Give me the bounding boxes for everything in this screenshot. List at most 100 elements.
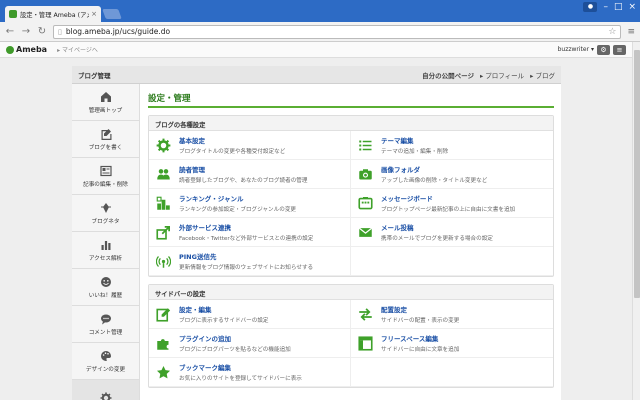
ping-icon <box>156 255 171 268</box>
settings-item[interactable]: ランキング・ジャンル ランキングの参加設定・ブログジャンルの変更 <box>149 189 351 218</box>
close-window-button[interactable]: × <box>628 2 636 12</box>
settings-item-link[interactable]: ランキング・ジャンル <box>179 193 296 203</box>
username-dropdown[interactable]: buzzwriter ▾ <box>558 46 594 53</box>
user-profile-icon[interactable]: ● <box>583 2 598 12</box>
url-text: blog.ameba.jp/ucs/guide.do <box>65 27 171 36</box>
new-tab-button[interactable] <box>102 9 122 19</box>
settings-item-desc: 携帯のメールでブログを更新する場合の設定 <box>381 236 493 242</box>
blog-link[interactable]: ▸ ブログ <box>530 70 555 80</box>
window-controls: ● – □ × <box>583 2 636 12</box>
sidebar-item-label: 管理画トップ <box>88 107 123 114</box>
settings-item-link[interactable]: メッセージボード <box>381 193 515 203</box>
share-icon <box>156 225 170 240</box>
settings-item-desc: お気に入りのサイトを登録してサイドバーに表示 <box>179 376 302 382</box>
settings-item[interactable]: 基本設定 ブログタイトルの変更や各種受付設定など <box>149 131 351 160</box>
layout-icon <box>358 335 373 351</box>
address-bar[interactable]: ▯ blog.ameba.jp/ucs/guide.do ☆ <box>53 24 622 39</box>
settings-item-link[interactable]: 設定・編集 <box>179 304 269 314</box>
ameba-favicon-icon <box>9 10 17 18</box>
browser-toolbar: ← → ↻ ▯ blog.ameba.jp/ucs/guide.do ☆ ≡ <box>0 22 640 42</box>
settings-item-desc: ブログタイトルの変更や各種受付設定など <box>179 149 286 155</box>
settings-item[interactable]: フリースペース編集 サイドバーに自由に文章を追加 <box>351 329 553 358</box>
settings-item-link[interactable]: テーマ編集 <box>381 135 448 145</box>
settings-item-desc: Facebook・Twitterなど外部サービスとの連携の設定 <box>179 236 314 242</box>
tab-close-icon[interactable]: × <box>91 10 97 18</box>
sidebar-item-label: いいね！履歴 <box>88 292 123 299</box>
scrollbar-thumb[interactable] <box>634 50 640 298</box>
swap-icon <box>359 307 372 321</box>
settings-item[interactable]: 配置設定 サイドバーの配置・表示の変更 <box>351 300 553 329</box>
sidebar-item-1[interactable]: ブログを書く <box>72 121 139 158</box>
ameba-logo[interactable]: Ameba <box>6 45 47 54</box>
minimize-button[interactable]: – <box>603 2 608 12</box>
settings-item-link[interactable]: 配置設定 <box>381 304 459 314</box>
list-icon <box>359 140 372 150</box>
settings-item[interactable]: メッセージボード ブログトップページ最新記事の上に自由に文書を追加 <box>351 189 553 218</box>
bar-chart-icon <box>101 240 110 250</box>
settings-item-desc: アップした画像の削除・タイトル変更など <box>381 178 488 184</box>
sidebar-item-4[interactable]: アクセス解析 <box>72 232 139 269</box>
sidebar-item-label: ブログネタ <box>91 218 120 225</box>
public-page-link[interactable]: 自分の公開ページ <box>422 70 474 80</box>
ameba-user-area: buzzwriter ▾ ⚙ ≡ <box>558 44 626 55</box>
sidebar-item-6[interactable]: コメント管理 <box>72 306 139 343</box>
settings-item[interactable]: 外部サービス連携 Facebook・Twitterなど外部サービスとの連携の設定 <box>149 218 351 247</box>
settings-item-link[interactable]: PING送信先 <box>179 251 313 261</box>
settings-item-link[interactable]: ブックマーク編集 <box>179 362 302 372</box>
bookmark-star-icon[interactable]: ☆ <box>608 27 616 37</box>
comment-icon <box>100 314 111 324</box>
settings-item[interactable]: プラグインの追加 ブログにブログパーツを貼るなどの機能追加 <box>149 329 351 358</box>
menu-button[interactable]: ≡ <box>613 44 626 55</box>
settings-item-link[interactable]: メール投稿 <box>381 222 493 232</box>
gear-icon <box>156 138 171 152</box>
settings-item-desc: サイドバーの配置・表示の変更 <box>381 318 460 324</box>
reload-icon[interactable]: ↻ <box>37 26 47 37</box>
puzzle-icon <box>157 338 169 350</box>
settings-item-desc: テーマの追加・編集・削除 <box>381 149 449 155</box>
settings-item-link[interactable]: 画像フォルダ <box>381 164 487 174</box>
settings-item[interactable]: 画像フォルダ アップした画像の削除・タイトル変更など <box>351 160 553 189</box>
ameba-header: Ameba ▸ マイページへ buzzwriter ▾ ⚙ ≡ <box>0 42 632 58</box>
star-icon <box>157 365 170 378</box>
settings-gear-button[interactable]: ⚙ <box>597 44 610 55</box>
settings-item[interactable]: 読者管理 読者登録したブログや、あなたのブログ読者の管理 <box>149 160 351 189</box>
vertical-scrollbar[interactable] <box>632 42 640 400</box>
settings-item[interactable]: PING送信先 更新情報をブログ情報のウェブサイトにお知らせする <box>149 247 351 276</box>
browser-tab[interactable]: 設定・管理 Ameba (アメ… × <box>5 6 101 22</box>
settings-grid: 設定・編集 ブログに表示するサイドバーの設定 配置設定 サイドバーの配置・表示の… <box>149 300 553 387</box>
mail-icon <box>358 227 373 237</box>
ameba-frog-icon <box>6 45 14 54</box>
settings-panel-1: サイドバーの設定 設定・編集 ブログに表示するサイドバーの設定 配置設定 サイド… <box>148 284 554 388</box>
browser-titlebar: 設定・管理 Ameba (アメ… × ● – □ × <box>0 0 640 22</box>
browser-menu-icon[interactable]: ≡ <box>627 27 635 37</box>
settings-item-link[interactable]: 外部サービス連携 <box>179 222 313 232</box>
settings-item-link[interactable]: プラグインの追加 <box>179 333 291 343</box>
edit-box-icon <box>156 307 171 322</box>
settings-item[interactable]: テーマ編集 テーマの追加・編集・削除 <box>351 131 553 160</box>
sidebar-item-3[interactable]: ブログネタ <box>72 195 139 232</box>
settings-item[interactable]: 設定・編集 ブログに表示するサイドバーの設定 <box>149 300 351 329</box>
forward-arrow-icon[interactable]: → <box>21 26 31 37</box>
settings-item-link[interactable]: 読者管理 <box>179 164 308 174</box>
profile-link[interactable]: ▸ プロフィール <box>480 70 524 80</box>
settings-item-desc: ブログトップページ最新記事の上に自由に文書を追加 <box>381 207 516 213</box>
settings-item-link[interactable]: 基本設定 <box>179 135 285 145</box>
sidebar-item-0[interactable]: 管理画トップ <box>72 84 139 121</box>
maximize-button[interactable]: □ <box>614 2 623 12</box>
smile-icon <box>100 276 111 287</box>
page-info-icon[interactable]: ▯ <box>58 28 62 36</box>
sidebar-item-2[interactable]: 記事の編集・削除 <box>72 158 139 195</box>
sidebar-item-7[interactable]: デザインの変更 <box>72 343 139 380</box>
sidebar-item-5[interactable]: いいね！履歴 <box>72 269 139 306</box>
settings-item-desc: 更新情報をブログ情報のウェブサイトにお知らせする <box>179 265 314 271</box>
sidebar-item-8[interactable] <box>72 380 139 400</box>
board-icon <box>358 196 373 209</box>
settings-item-link[interactable]: フリースペース編集 <box>381 333 459 343</box>
sidebar-item-label: デザインの変更 <box>85 366 126 373</box>
settings-item[interactable]: メール投稿 携帯のメールでブログを更新する場合の設定 <box>351 218 553 247</box>
articles-icon <box>99 165 112 176</box>
settings-item[interactable]: ブックマーク編集 お気に入りのサイトを登録してサイドバーに表示 <box>149 358 351 387</box>
mypage-link[interactable]: ▸ マイページへ <box>57 45 98 54</box>
sidebar-item-label: コメント管理 <box>88 329 123 336</box>
back-arrow-icon[interactable]: ← <box>5 26 15 37</box>
